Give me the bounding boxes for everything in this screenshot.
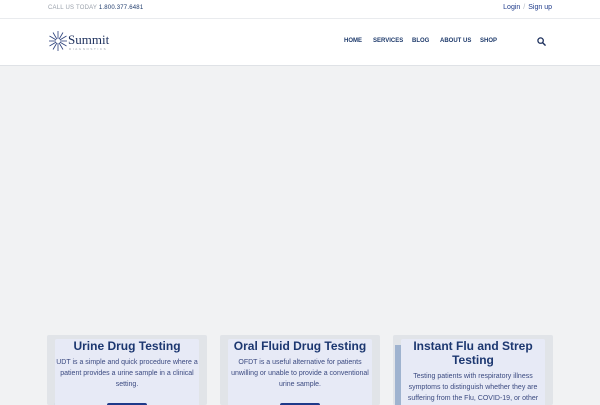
phone-number-link[interactable]: 1.800.377.6481 <box>99 5 144 11</box>
nav-home[interactable]: HOME <box>344 38 362 44</box>
top-bar: CALL US TODAY 1.800.377.6481 Login / Sign … <box>0 0 600 19</box>
nav-shop[interactable]: SHOP <box>480 38 497 44</box>
nav-blog[interactable]: BLOG <box>412 38 429 44</box>
search-icon[interactable] <box>537 37 546 46</box>
auth-separator: / <box>523 4 526 11</box>
card-description: OFDT is a useful alternative for patient… <box>231 359 369 388</box>
main-navbar: Summit DIAGNOSTICS HOME SERVICES BLOG AB… <box>0 19 600 66</box>
service-card-urine[interactable]: Urine Drug Testing UDT is a simple and q… <box>47 335 207 405</box>
nav-about-us[interactable]: ABOUT US <box>440 38 471 44</box>
site-logo[interactable]: Summit DIAGNOSTICS <box>48 29 112 57</box>
nav-services[interactable]: SERVICES <box>373 38 403 44</box>
sunburst-logo-icon <box>49 31 67 51</box>
login-link[interactable]: Login <box>503 4 520 11</box>
logo-tagline: DIAGNOSTICS <box>69 47 108 51</box>
call-us-text: CALL US TODAY 1.800.377.6481 <box>48 5 143 11</box>
card-description: Testing patients with respiratory illnes… <box>407 373 539 402</box>
signup-link[interactable]: Sign up <box>528 4 552 11</box>
card-title: Urine Drug Testing <box>73 339 181 353</box>
service-card-oral-fluid[interactable]: Oral Fluid Drug Testing OFDT is a useful… <box>220 335 380 405</box>
card-description: UDT is a simple and quick procedure wher… <box>56 359 198 388</box>
card-title: Oral Fluid Drug Testing <box>233 339 367 353</box>
auth-links: Login / Sign up <box>503 4 552 11</box>
call-us-label: CALL US TODAY <box>48 5 97 11</box>
service-card-flu-strep[interactable]: Instant Flu and Strep Testing Testing pa… <box>393 335 553 405</box>
card-title: Instant Flu and Strep Testing <box>413 339 533 367</box>
logo-brand-text: Summit <box>68 32 110 47</box>
